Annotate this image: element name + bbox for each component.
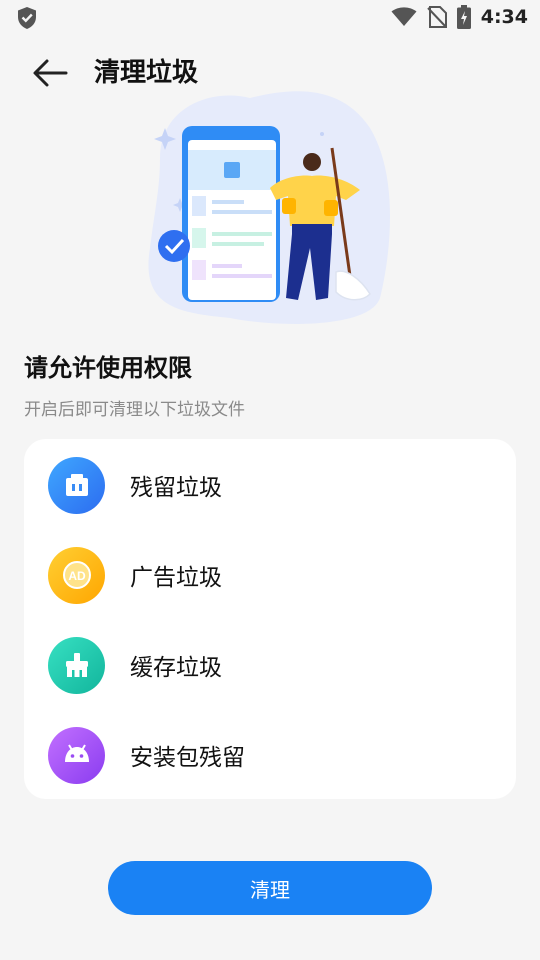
page-title: 清理垃圾 [94,58,199,88]
back-arrow-icon[interactable] [30,56,70,90]
status-bar: 4:34 [0,0,540,36]
list-item-label: 广告垃圾 [130,565,222,591]
list-item-apk-residual: 安装包残留 [48,725,488,785]
permission-heading: 请允许使用权限 [24,354,192,382]
status-time: 4:34 [480,6,528,28]
list-item-cache-junk: 缓存垃圾 [48,635,488,695]
list-item-ad-junk: AD 广告垃圾 [48,545,488,605]
list-item-label: 残留垃圾 [130,475,222,501]
trash-bin-icon [48,456,105,514]
list-item-label: 安装包残留 [130,745,245,771]
list-item-residual-junk: 残留垃圾 [48,455,488,515]
permission-subtitle: 开启后即可清理以下垃圾文件 [24,400,245,420]
svg-text:AD: AD [68,569,86,583]
android-icon [48,726,105,784]
clean-button[interactable]: 清理 [108,861,432,915]
wifi-icon [391,7,417,26]
battery-charging-icon [456,5,471,29]
list-item-label: 缓存垃圾 [130,655,222,681]
broom-icon [48,636,105,694]
junk-type-card: 残留垃圾 AD 广告垃圾 缓存垃圾 安装包残留 [24,439,516,799]
cleaning-illustration [148,91,390,324]
ad-icon: AD [48,546,105,604]
no-sim-icon [427,6,447,28]
shield-icon [18,7,36,29]
